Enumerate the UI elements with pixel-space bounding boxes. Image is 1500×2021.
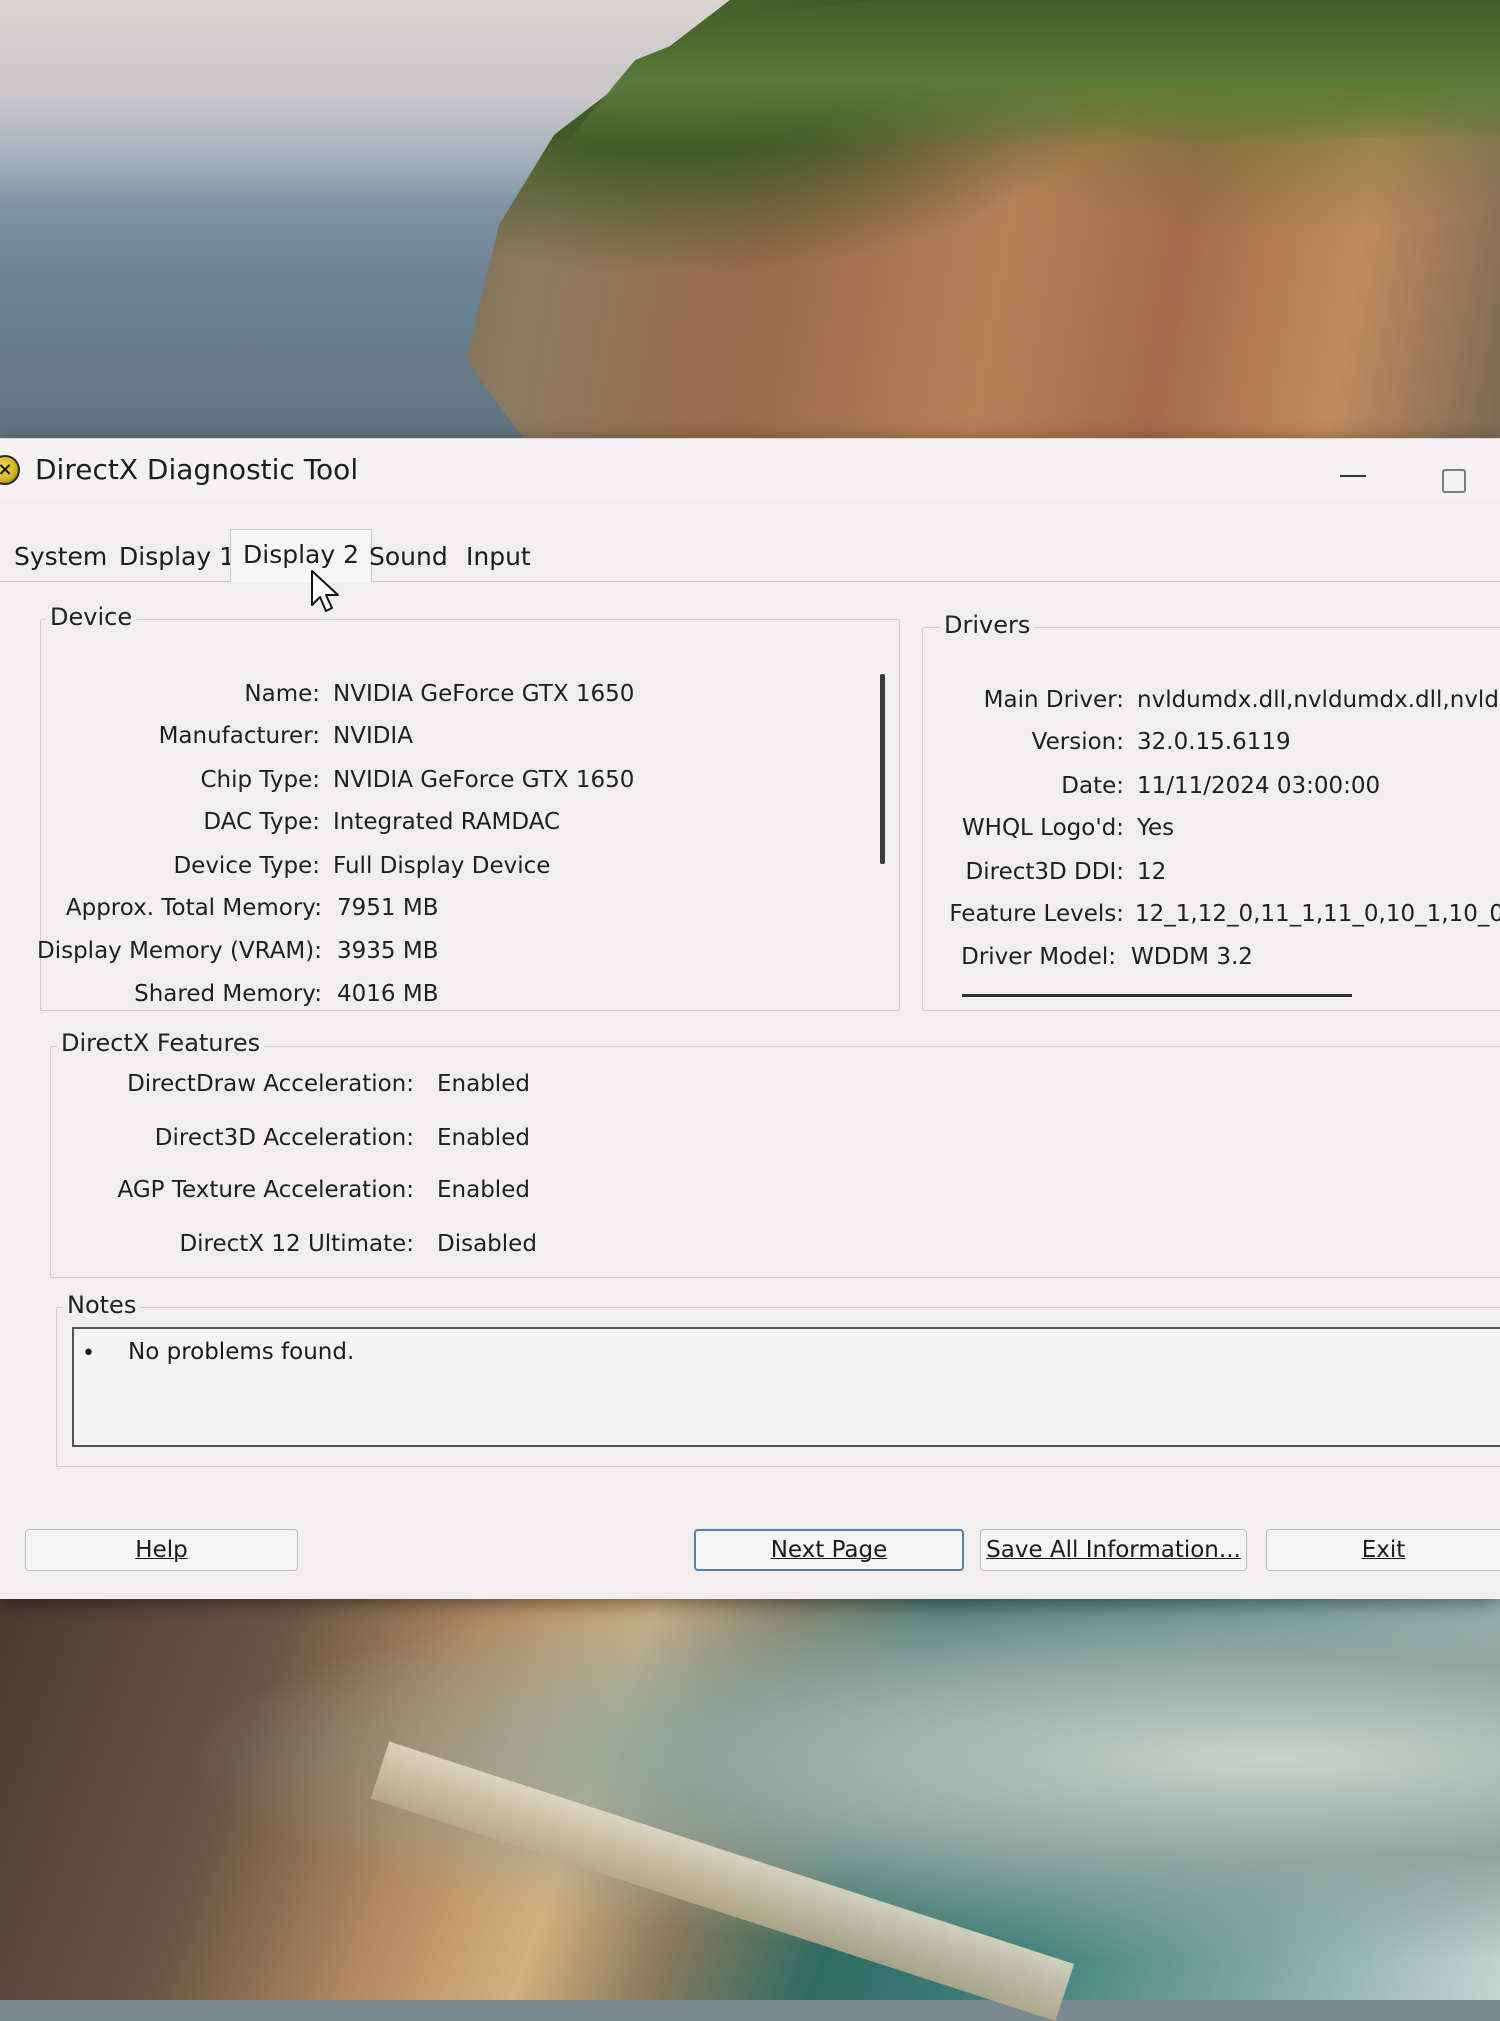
device-manufacturer-label: Manufacturer: bbox=[158, 723, 320, 749]
device-total-memory-label: Approx. Total Memory: bbox=[65, 895, 322, 921]
device-total-memory-value: 7951 MB bbox=[337, 895, 439, 921]
notes-textbox[interactable]: • No problems found. bbox=[72, 1327, 1500, 1447]
directdraw-label: DirectDraw Acceleration: bbox=[127, 1071, 414, 1097]
driver-date-label: Date: bbox=[1061, 773, 1124, 799]
directx-features-group-title: DirectX Features bbox=[57, 1029, 265, 1057]
next-page-button[interactable]: Next Page bbox=[694, 1529, 964, 1571]
device-name-value: NVIDIA GeForce GTX 1650 bbox=[333, 681, 635, 707]
device-chip-type-value: NVIDIA GeForce GTX 1650 bbox=[333, 767, 635, 793]
feature-levels-label: Feature Levels: bbox=[949, 901, 1124, 927]
device-name-label: Name: bbox=[244, 681, 320, 707]
tab-sound[interactable]: Sound bbox=[369, 535, 448, 579]
main-driver-value: nvldumdx.dll,nvldumdx.dll,nvldum bbox=[1137, 687, 1500, 713]
device-shared-memory-label: Shared Memory: bbox=[134, 981, 322, 1007]
desktop-wallpaper-coast bbox=[0, 1598, 1500, 2000]
tab-input[interactable]: Input bbox=[466, 535, 531, 579]
feature-levels-value: 12_1,12_0,11_1,11_0,10_1,10_0, bbox=[1135, 901, 1500, 927]
device-dac-type-label: DAC Type: bbox=[203, 809, 320, 835]
driver-date-value: 11/11/2024 03:00:00 bbox=[1137, 773, 1381, 799]
device-shared-memory-value: 4016 MB bbox=[337, 981, 439, 1007]
whql-value: Yes bbox=[1137, 815, 1175, 841]
agp-texture-value: Enabled bbox=[437, 1177, 530, 1203]
direct3d-ddi-value: 12 bbox=[1137, 859, 1167, 885]
tab-display-2[interactable]: Display 2 bbox=[230, 529, 373, 583]
tab-strip: System Display 1 Display 2 Sound Input bbox=[0, 529, 1500, 583]
driver-version-label: Version: bbox=[1031, 729, 1124, 755]
main-driver-label: Main Driver: bbox=[983, 687, 1124, 713]
directx-icon: × bbox=[0, 455, 20, 485]
device-type-label: Device Type: bbox=[173, 853, 320, 879]
dx12-ultimate-value: Disabled bbox=[437, 1231, 537, 1257]
device-group-title: Device bbox=[46, 603, 137, 631]
dx12-ultimate-label: DirectX 12 Ultimate: bbox=[179, 1231, 414, 1257]
device-type-value: Full Display Device bbox=[333, 853, 551, 879]
direct3d-acceleration-label: Direct3D Acceleration: bbox=[154, 1125, 414, 1151]
device-scrollbar[interactable] bbox=[880, 674, 885, 864]
notes-bullet: • bbox=[82, 1341, 95, 1366]
maximize-icon[interactable] bbox=[1442, 469, 1466, 493]
device-dac-type-value: Integrated RAMDAC bbox=[333, 809, 561, 835]
device-vram-value: 3935 MB bbox=[337, 938, 439, 964]
directdraw-value: Enabled bbox=[437, 1071, 530, 1097]
device-vram-label: Display Memory (VRAM): bbox=[37, 938, 322, 964]
window-title: DirectX Diagnostic Tool bbox=[35, 453, 359, 486]
dxdiag-window: × DirectX Diagnostic Tool System Display… bbox=[0, 438, 1500, 1599]
direct3d-acceleration-value: Enabled bbox=[437, 1125, 530, 1151]
driver-version-value: 32.0.15.6119 bbox=[1137, 729, 1291, 755]
driver-model-value: WDDM 3.2 bbox=[1131, 944, 1253, 970]
title-bar[interactable]: × DirectX Diagnostic Tool bbox=[0, 439, 1500, 501]
help-button[interactable]: Help bbox=[25, 1529, 298, 1571]
minimize-icon[interactable] bbox=[1340, 475, 1366, 477]
driver-model-label: Driver Model: bbox=[961, 944, 1116, 970]
agp-texture-label: AGP Texture Acceleration: bbox=[117, 1177, 414, 1203]
tab-display-1[interactable]: Display 1 bbox=[119, 535, 235, 579]
notes-item: No problems found. bbox=[128, 1339, 355, 1365]
device-chip-type-label: Chip Type: bbox=[200, 767, 320, 793]
save-all-information-button[interactable]: Save All Information... bbox=[980, 1529, 1247, 1571]
whql-label: WHQL Logo'd: bbox=[961, 815, 1124, 841]
notes-group-title: Notes bbox=[63, 1291, 141, 1319]
drivers-scrollbar[interactable] bbox=[962, 994, 1352, 997]
exit-button[interactable]: Exit bbox=[1266, 1529, 1500, 1571]
drivers-group-title: Drivers bbox=[940, 611, 1035, 639]
tab-system[interactable]: System bbox=[14, 535, 107, 579]
mouse-pointer-icon bbox=[311, 570, 339, 612]
device-manufacturer-value: NVIDIA bbox=[333, 723, 413, 749]
direct3d-ddi-label: Direct3D DDI: bbox=[965, 859, 1124, 885]
